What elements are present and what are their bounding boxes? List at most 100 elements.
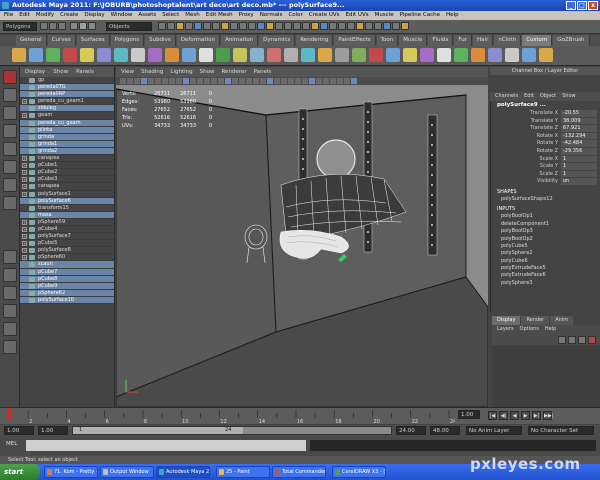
attribute-value[interactable]: 67.921 — [561, 125, 597, 133]
outliner-item[interactable]: + pCube3 — [20, 176, 114, 184]
outliner-item[interactable]: plinta — [20, 126, 114, 134]
shelf-tool-icon[interactable] — [216, 48, 230, 62]
save-scene-icon[interactable] — [58, 22, 66, 30]
outliner-item[interactable]: gp — [20, 77, 114, 85]
input-node[interactable]: polySphere3 — [491, 280, 600, 287]
viewport-tool-icon[interactable] — [190, 78, 196, 84]
expand-icon[interactable]: + — [22, 219, 27, 225]
status-toggle-icon[interactable] — [347, 22, 355, 30]
outliner-item[interactable]: + pCube2 — [20, 169, 114, 177]
viewport-menu-shading[interactable]: Shading — [141, 67, 163, 77]
outliner-item[interactable]: pCube9 — [20, 282, 114, 290]
shelf-tool-icon[interactable] — [403, 48, 417, 62]
shelf-tool-icon[interactable] — [522, 48, 536, 62]
viewport-tool-icon[interactable] — [155, 78, 161, 84]
scale-tool-icon[interactable] — [2, 160, 17, 174]
channel-attribute-row[interactable]: Rotate X -132.294 — [491, 132, 600, 141]
shelf-tool-icon[interactable] — [114, 48, 128, 62]
object-mode-icon[interactable] — [79, 22, 87, 30]
viewport-tool-icon[interactable] — [225, 78, 231, 84]
layer-menu-options[interactable]: Options — [520, 325, 539, 334]
expand-icon[interactable]: + — [22, 113, 27, 119]
viewport-tool-icon[interactable] — [330, 78, 336, 84]
shelf-tool-icon[interactable] — [471, 48, 485, 62]
viewport-tool-icon[interactable] — [323, 78, 329, 84]
shelf-tab-surfaces[interactable]: Surfaces — [76, 35, 110, 46]
shelf-tool-icon[interactable] — [318, 48, 332, 62]
menu-muscle[interactable]: Muscle — [375, 11, 394, 20]
menu-color[interactable]: Color — [288, 11, 302, 20]
open-scene-icon[interactable] — [49, 22, 57, 30]
shelf-tool-icon[interactable] — [437, 48, 451, 62]
channel-menu-channels[interactable]: Channels — [495, 92, 518, 101]
viewport-tool-icon[interactable] — [204, 78, 210, 84]
channel-attribute-row[interactable]: Translate Z 67.921 — [491, 125, 600, 133]
outliner-item[interactable]: pereda0RP — [20, 91, 114, 99]
outliner-item[interactable]: + geam — [20, 112, 114, 120]
status-toggle-icon[interactable] — [257, 22, 265, 30]
shelf-tool-icon[interactable] — [505, 48, 519, 62]
input-node[interactable]: polyCube6 — [491, 258, 600, 265]
shape-node[interactable]: polySurfaceShape12 — [491, 196, 600, 203]
viewport-menu-renderer[interactable]: Renderer — [221, 67, 246, 77]
maximize-button[interactable]: □ — [577, 1, 587, 10]
menu-select[interactable]: Select — [162, 11, 179, 20]
playback-button[interactable]: ◀ — [510, 411, 519, 420]
outliner-item[interactable]: + pSphere60 — [20, 254, 114, 262]
outliner-item[interactable]: + pSphere59 — [20, 219, 114, 226]
expand-icon[interactable]: + — [22, 170, 27, 176]
selection-type-select[interactable]: Objects — [106, 22, 152, 31]
move-tool-icon[interactable] — [2, 124, 17, 138]
shelf-tool-icon[interactable] — [199, 48, 213, 62]
layout-graph-icon[interactable] — [2, 304, 17, 318]
layer-tab-anim[interactable]: Anim — [550, 316, 574, 325]
range-bar[interactable]: 1 24 — [72, 426, 392, 435]
shelf-tab-hair[interactable]: Hair — [473, 35, 494, 46]
viewport-menu-show[interactable]: Show — [200, 67, 215, 77]
channel-menu-object[interactable]: Object — [540, 92, 556, 101]
menu-edit-mesh[interactable]: Edit Mesh — [206, 11, 233, 20]
outliner-item[interactable]: polySurface6 — [20, 197, 114, 205]
viewport-tool-icon[interactable] — [197, 78, 203, 84]
shelf-tab-gozbrush[interactable]: GoZBrush — [553, 35, 590, 46]
input-node[interactable]: polyExtrudeFace5 — [491, 265, 600, 272]
lasso-tool-icon[interactable] — [2, 88, 17, 102]
viewport-tool-icon[interactable] — [337, 78, 343, 84]
layer-list[interactable] — [492, 345, 600, 407]
status-toggle-icon[interactable] — [383, 22, 391, 30]
playback-button[interactable]: ▶| — [532, 411, 541, 420]
expand-icon[interactable]: + — [22, 255, 27, 261]
input-node[interactable]: polyExtrudeFace6 — [491, 272, 600, 279]
viewport-tool-icon[interactable] — [281, 78, 287, 84]
new-layer-selected-icon[interactable] — [588, 336, 596, 344]
viewport-tool-icon[interactable] — [232, 78, 238, 84]
attribute-value[interactable]: -20.55 — [561, 110, 597, 118]
shelf-tab-toon[interactable]: Toon — [376, 35, 399, 46]
status-toggle-icon[interactable] — [239, 22, 247, 30]
viewport-tool-icon[interactable] — [302, 78, 308, 84]
menu-create[interactable]: Create — [60, 11, 78, 20]
shelf-tool-icon[interactable] — [29, 48, 43, 62]
layout-four-icon[interactable] — [2, 268, 17, 282]
outliner-item[interactable]: pereda_cu_geam — [20, 119, 114, 127]
status-toggle-icon[interactable] — [311, 22, 319, 30]
attribute-value[interactable]: 1 — [561, 155, 597, 164]
shelf-tab-deformation[interactable]: Deformation — [176, 35, 221, 46]
shelf-tool-icon[interactable] — [267, 48, 281, 62]
shelf-tab-polygons[interactable]: Polygons — [110, 35, 145, 46]
outliner-item[interactable]: + canapea — [20, 155, 114, 163]
shelf-tool-icon[interactable] — [165, 48, 179, 62]
menu-help[interactable]: Help — [446, 11, 459, 20]
status-toggle-icon[interactable] — [212, 22, 220, 30]
select-tool-icon[interactable] — [2, 70, 17, 84]
viewport-tool-icon[interactable] — [295, 78, 301, 84]
layout-hypershade-icon[interactable] — [2, 322, 17, 336]
menu-window[interactable]: Window — [111, 11, 133, 20]
attribute-value[interactable]: 1 — [561, 170, 597, 179]
viewport-tool-icon[interactable] — [267, 78, 273, 84]
range-handle[interactable] — [73, 427, 243, 434]
viewport-tool-icon[interactable] — [351, 78, 357, 84]
viewport-tool-icon[interactable] — [162, 78, 168, 84]
status-toggle-icon[interactable] — [194, 22, 202, 30]
layer-menu-layers[interactable]: Layers — [497, 325, 514, 334]
